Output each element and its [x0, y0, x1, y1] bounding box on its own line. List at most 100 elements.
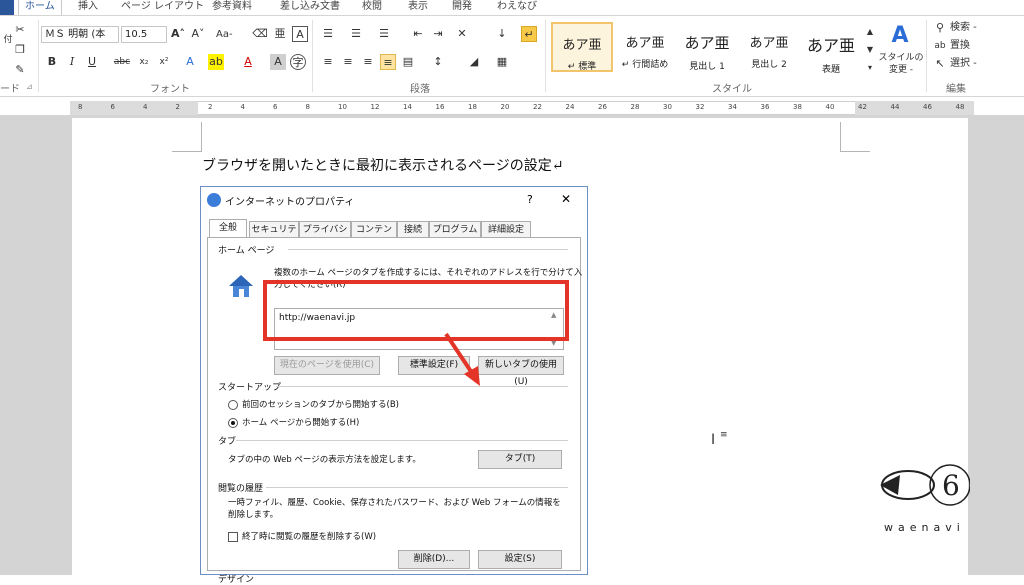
styles-scroll-down-icon[interactable]: ▼: [862, 42, 878, 58]
radio-home-page[interactable]: [228, 418, 238, 428]
line-spacing-icon[interactable]: ↕: [430, 54, 446, 70]
styles-scroll-up-icon[interactable]: ▲: [862, 24, 878, 40]
bird-logo-icon: 6: [880, 464, 970, 506]
strikethrough-button[interactable]: abc: [110, 54, 134, 70]
ruler-number: 44: [890, 103, 900, 111]
ie-globe-icon: [207, 193, 221, 207]
phonetic-guide-icon[interactable]: 亜: [272, 26, 288, 42]
file-tab[interactable]: [0, 0, 14, 15]
numbering-icon[interactable]: ☰: [348, 26, 364, 42]
style-no-spacing[interactable]: あア亜 ↵ 行間詰め: [614, 22, 676, 72]
tab-page-layout[interactable]: ページ レイアウト: [121, 0, 204, 15]
subscript-icon[interactable]: x₂: [136, 54, 152, 70]
dialog-tab-advanced[interactable]: 詳細設定: [481, 221, 531, 238]
radio-last-session-label: 前回のセッションのタブから開始する(B): [242, 400, 399, 410]
paragraph-group-label: 段落: [410, 84, 430, 95]
find-icon[interactable]: ⚲: [932, 20, 948, 36]
ruler-number: 12: [370, 103, 380, 111]
font-size-value: 10.5: [125, 29, 148, 40]
dialog-tab-connections[interactable]: 接続: [397, 221, 429, 238]
clipboard-launcher-icon[interactable]: ⊿: [26, 80, 33, 94]
change-case-button[interactable]: Aa-: [216, 28, 233, 42]
justify-icon[interactable]: ≡: [380, 54, 396, 70]
ruler-number: 28: [630, 103, 640, 111]
replace-icon[interactable]: ab: [932, 38, 948, 54]
align-center-icon[interactable]: ≡: [340, 54, 356, 70]
use-current-button[interactable]: 現在のページを使用(C): [274, 356, 380, 375]
select-button[interactable]: 選択 -: [950, 57, 977, 71]
align-left-icon[interactable]: ≡: [320, 54, 336, 70]
shrink-font-icon[interactable]: A˅: [190, 26, 206, 42]
distributed-icon[interactable]: ▤: [400, 54, 416, 70]
ruler-number: 38: [793, 103, 802, 111]
style-preview: あア亜: [625, 36, 665, 51]
delete-history-button[interactable]: 削除(D)...: [398, 550, 470, 569]
ruler-number: 30: [663, 103, 672, 111]
tab-references[interactable]: 参考資料: [212, 0, 252, 15]
clear-format-icon[interactable]: ⌫: [252, 26, 268, 42]
tab-view[interactable]: 表示: [408, 0, 428, 15]
dialog-tab-security[interactable]: セキュリティ: [249, 221, 299, 251]
enclose-char-icon[interactable]: 字: [290, 54, 306, 70]
radio-last-session[interactable]: [228, 400, 238, 410]
use-new-tab-button[interactable]: 新しいタブの使用(U): [478, 356, 564, 387]
char-shading-icon[interactable]: A: [270, 54, 286, 70]
replace-button[interactable]: 置換: [950, 39, 970, 53]
font-name-select[interactable]: ＭＳ 明朝 (本: [41, 26, 119, 43]
tab-developer[interactable]: 開発: [452, 0, 472, 15]
dialog-tab-privacy[interactable]: プライバシー: [299, 221, 351, 251]
underline-button[interactable]: U: [84, 54, 100, 70]
delete-history-on-exit-checkbox[interactable]: [228, 532, 238, 542]
select-icon[interactable]: ↖: [932, 56, 948, 72]
styles-more-icon[interactable]: ▾: [862, 60, 878, 76]
divider: [288, 249, 568, 250]
paste-icon[interactable]: 付: [0, 32, 16, 48]
dialog-tab-programs[interactable]: プログラム: [429, 221, 481, 238]
bold-button[interactable]: B: [44, 54, 60, 70]
tab-waenavi[interactable]: わえなび: [497, 0, 537, 15]
increase-indent-icon[interactable]: ⇥: [430, 26, 446, 42]
change-styles-icon[interactable]: A: [888, 24, 912, 48]
font-size-select[interactable]: 10.5: [121, 26, 167, 43]
show-marks-icon[interactable]: ↵: [521, 26, 537, 42]
tab-insert[interactable]: 挿入: [78, 0, 98, 15]
waenavi-logo: 6 waenavi: [870, 455, 970, 545]
multilevel-list-icon[interactable]: ☰: [376, 26, 392, 42]
align-right-icon[interactable]: ≡: [360, 54, 376, 70]
decrease-indent-icon[interactable]: ⇤: [410, 26, 426, 42]
ruler-number: 18: [468, 103, 477, 111]
sort-icon[interactable]: ↓: [494, 26, 510, 42]
borders-icon[interactable]: ▦: [494, 54, 510, 70]
help-button[interactable]: ?: [527, 193, 533, 206]
ruler-number: 40: [825, 103, 835, 111]
char-border-icon[interactable]: A: [292, 26, 308, 42]
tabs-section-label: タブ: [218, 437, 237, 447]
change-styles-button[interactable]: スタイルの変更 -: [878, 52, 924, 76]
find-button[interactable]: 検索 -: [950, 21, 977, 35]
italic-button[interactable]: I: [64, 54, 80, 70]
style-preview: あア亜: [684, 34, 730, 52]
shading-icon[interactable]: ◢: [466, 54, 482, 70]
highlight-color-icon[interactable]: ab: [208, 54, 224, 70]
tab-mailings[interactable]: 差し込み文書: [280, 0, 340, 15]
style-heading-2[interactable]: あア亜 見出し 2: [738, 22, 800, 72]
history-settings-button[interactable]: 設定(S): [478, 550, 562, 569]
tabs-button[interactable]: タブ(T): [478, 450, 562, 469]
tab-review[interactable]: 校閲: [362, 0, 382, 15]
font-color-icon[interactable]: A: [240, 54, 256, 70]
text-direction-icon[interactable]: ✕: [454, 26, 470, 42]
grow-font-icon[interactable]: A˄: [170, 26, 186, 42]
dialog-tab-content[interactable]: コンテンツ: [351, 221, 397, 251]
style-title[interactable]: あア亜 表題: [800, 22, 862, 75]
ruler-number: 32: [695, 103, 705, 111]
superscript-icon[interactable]: x²: [156, 54, 172, 70]
dialog-tab-general[interactable]: 全般: [209, 219, 247, 238]
close-button[interactable]: ✕: [561, 192, 571, 206]
tab-home[interactable]: ホーム: [18, 0, 62, 15]
text-effects-icon[interactable]: A: [182, 54, 198, 70]
style-heading-1[interactable]: あア亜 見出し 1: [676, 22, 738, 72]
format-painter-icon[interactable]: ✎: [12, 62, 28, 78]
bullets-icon[interactable]: ☰: [320, 26, 336, 42]
dialog-title-bar: インターネットのプロパティ ? ✕: [201, 187, 587, 213]
style-normal[interactable]: あア亜 ↵ 標準: [551, 22, 613, 72]
